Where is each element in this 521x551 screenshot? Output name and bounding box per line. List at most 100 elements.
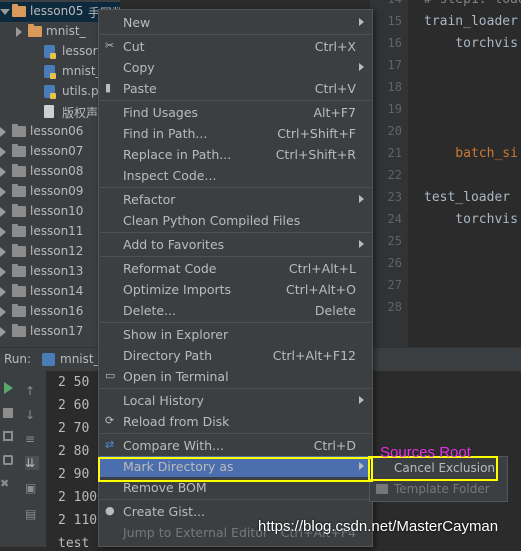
- menu-item-label: Open in Terminal: [123, 369, 229, 384]
- submenu-item-label: Template Folder: [394, 482, 490, 496]
- menu-item-open-in-terminal[interactable]: ▭ Open in Terminal: [99, 366, 372, 387]
- menu-item-copy[interactable]: Copy: [99, 57, 372, 78]
- code-editor[interactable]: # step1. load train_loader torchvis batch…: [408, 0, 521, 347]
- menu-item-replace-in-path[interactable]: Replace in Path... Ctrl+Shift+R: [99, 144, 372, 165]
- menu-item-shortcut: Alt+F7: [313, 105, 356, 120]
- submenu-arrow-icon: [359, 240, 364, 248]
- expand-down-icon[interactable]: [0, 9, 10, 15]
- folder-icon: [12, 284, 26, 297]
- expand-right-icon[interactable]: [0, 127, 6, 137]
- menu-item-shortcut: Delete: [314, 303, 356, 318]
- up-arrow-icon[interactable]: ↑: [25, 384, 39, 398]
- menu-separator: [100, 388, 371, 389]
- menu-item-new[interactable]: New: [99, 12, 372, 33]
- expand-right-icon[interactable]: [0, 287, 6, 297]
- down-arrow-icon[interactable]: ↓: [25, 408, 39, 422]
- tree-item-label: mnist_: [46, 24, 86, 38]
- console-line: 2 60: [58, 398, 90, 413]
- tree-item-label: utils.p: [62, 84, 99, 98]
- folder-icon: [12, 244, 26, 257]
- expand-right-icon[interactable]: [16, 27, 22, 37]
- menu-item-show-in-explorer[interactable]: Show in Explorer: [99, 324, 372, 345]
- run-icon[interactable]: [4, 382, 13, 394]
- tree-item-label: lesson12: [30, 244, 84, 258]
- menu-item-reload-from-disk[interactable]: ⟳ Reload from Disk: [99, 411, 372, 432]
- line-number: 22: [387, 168, 402, 182]
- scroll-to-end-icon[interactable]: ⇊: [25, 456, 39, 470]
- code-line: train_loader: [424, 14, 518, 29]
- menu-item-shortcut: Ctrl+Alt+O: [286, 282, 356, 297]
- restore-icon[interactable]: [3, 431, 13, 441]
- menu-item-refactor[interactable]: Refactor: [99, 189, 372, 210]
- expand-right-icon[interactable]: [0, 167, 6, 177]
- menu-item-delete[interactable]: Delete... Delete: [99, 300, 372, 321]
- expand-right-icon[interactable]: [0, 207, 6, 217]
- cut-icon: ✂: [105, 39, 115, 52]
- submenu-item-template-folder[interactable]: Template Folder: [370, 479, 505, 500]
- code-line: # step1. load: [424, 0, 521, 7]
- menu-item-inspect-code[interactable]: Inspect Code...: [99, 165, 372, 186]
- folder-icon: [12, 204, 26, 217]
- menu-item-directory-path[interactable]: Directory Path Ctrl+Alt+F12: [99, 345, 372, 366]
- menu-item-cut[interactable]: ✂ Cut Ctrl+X: [99, 36, 372, 57]
- code-line: torchvis: [424, 212, 518, 227]
- menu-item-label: Delete...: [123, 303, 176, 318]
- folder-icon: [12, 304, 26, 317]
- menu-item-optimize-imports[interactable]: Optimize Imports Ctrl+Alt+O: [99, 279, 372, 300]
- line-number: 28: [387, 300, 402, 314]
- folder-icon: [12, 184, 26, 197]
- expand-right-icon[interactable]: [0, 307, 6, 317]
- soft-wrap-icon[interactable]: ≡: [25, 432, 39, 446]
- expand-right-icon[interactable]: [0, 147, 6, 157]
- menu-separator: [100, 187, 371, 188]
- menu-item-compare-with[interactable]: ⇄ Compare With... Ctrl+D: [99, 435, 372, 456]
- terminal-icon: ▭: [105, 369, 116, 382]
- menu-item-label: Create Gist...: [123, 504, 206, 519]
- menu-item-label: Inspect Code...: [123, 168, 217, 183]
- menu-item-label: Compare With...: [123, 438, 224, 453]
- expand-right-icon[interactable]: [0, 227, 6, 237]
- expand-right-icon[interactable]: [0, 327, 6, 337]
- console-line: 2 110: [58, 513, 98, 528]
- expand-right-icon[interactable]: [0, 247, 6, 257]
- menu-item-find-in-path[interactable]: Find in Path... Ctrl+Shift+F: [99, 123, 372, 144]
- menu-item-add-to-favorites[interactable]: Add to Favorites: [99, 234, 372, 255]
- menu-item-label: Copy: [123, 60, 155, 75]
- menu-separator: [100, 499, 371, 500]
- menu-item-label: Remove BOM: [123, 480, 207, 495]
- tree-item-label: lesson06: [30, 124, 84, 138]
- compare-icon: ⇄: [105, 438, 115, 451]
- submenu-arrow-icon: [359, 18, 364, 26]
- menu-item-label: Clean Python Compiled Files: [123, 213, 301, 228]
- menu-item-reformat-code[interactable]: Reformat Code Ctrl+Alt+L: [99, 258, 372, 279]
- line-number: 21: [387, 146, 402, 160]
- stop-icon[interactable]: [3, 408, 13, 418]
- line-number: 15: [387, 14, 402, 28]
- line-number: 14: [388, 0, 402, 6]
- menu-item-label: Find Usages: [123, 105, 199, 120]
- pin-icon[interactable]: ✖: [0, 477, 12, 490]
- expand-right-icon[interactable]: [0, 187, 6, 197]
- menu-item-local-history[interactable]: Local History: [99, 390, 372, 411]
- expand-right-icon[interactable]: [0, 267, 6, 277]
- tree-item-label: lesson10: [30, 204, 84, 218]
- trash-icon[interactable]: ▤: [25, 507, 39, 521]
- paste-icon: ▮: [105, 81, 112, 94]
- python-file-icon: [44, 45, 56, 59]
- menu-item-paste[interactable]: ▮ Paste Ctrl+V: [99, 78, 372, 99]
- menu-item-find-usages[interactable]: Find Usages Alt+F7: [99, 102, 372, 123]
- tree-item-label: 版权声: [62, 106, 99, 120]
- menu-separator: [100, 232, 371, 233]
- menu-item-label: Directory Path: [123, 348, 213, 363]
- print-icon[interactable]: ▣: [25, 481, 39, 495]
- console-line: 2 100: [58, 490, 98, 505]
- folder-icon: [12, 144, 26, 157]
- python-icon: [42, 353, 55, 366]
- menu-item-clean-python-compiled-files[interactable]: Clean Python Compiled Files: [99, 210, 372, 231]
- menu-separator: [100, 34, 371, 35]
- line-number: 23: [387, 190, 402, 204]
- menu-item-label: Refactor: [123, 192, 176, 207]
- settings-icon[interactable]: [3, 455, 13, 465]
- github-icon: ●: [105, 504, 115, 517]
- code-line: test_loader: [424, 190, 511, 205]
